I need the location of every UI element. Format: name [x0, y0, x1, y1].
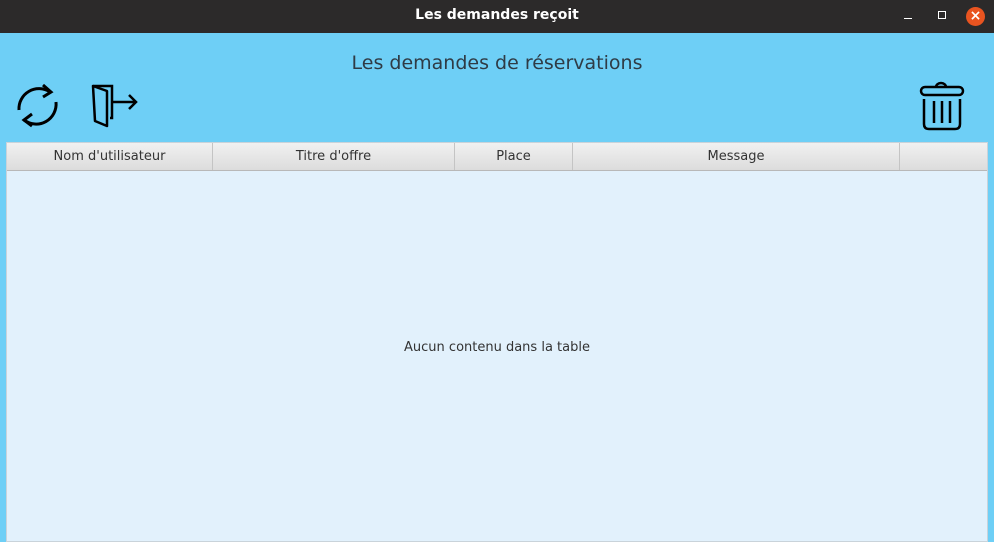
column-header-place[interactable]: Place	[455, 143, 573, 170]
column-header-extra[interactable]	[900, 143, 987, 170]
column-header-offer-title[interactable]: Titre d'offre	[213, 143, 455, 170]
reservations-table[interactable]: Nom d'utilisateur Titre d'offre Place Me…	[6, 142, 988, 542]
exit-door-icon[interactable]	[90, 82, 140, 130]
minimize-icon	[904, 18, 912, 19]
title-bar: Les demandes reçoit ×	[0, 0, 994, 33]
window-title: Les demandes reçoit	[415, 7, 579, 23]
column-header-username[interactable]: Nom d'utilisateur	[7, 143, 213, 170]
refresh-icon[interactable]	[12, 80, 62, 130]
close-button[interactable]: ×	[966, 7, 985, 26]
minimize-button[interactable]	[893, 0, 923, 33]
column-header-message[interactable]: Message	[573, 143, 900, 170]
maximize-icon	[938, 11, 946, 19]
page-title: Les demandes de réservations	[351, 52, 643, 74]
trash-icon[interactable]	[918, 79, 966, 131]
maximize-button[interactable]	[927, 0, 957, 33]
empty-table-placeholder: Aucun contenu dans la table	[404, 340, 590, 355]
close-icon: ×	[969, 8, 982, 24]
table-header: Nom d'utilisateur Titre d'offre Place Me…	[7, 143, 987, 171]
